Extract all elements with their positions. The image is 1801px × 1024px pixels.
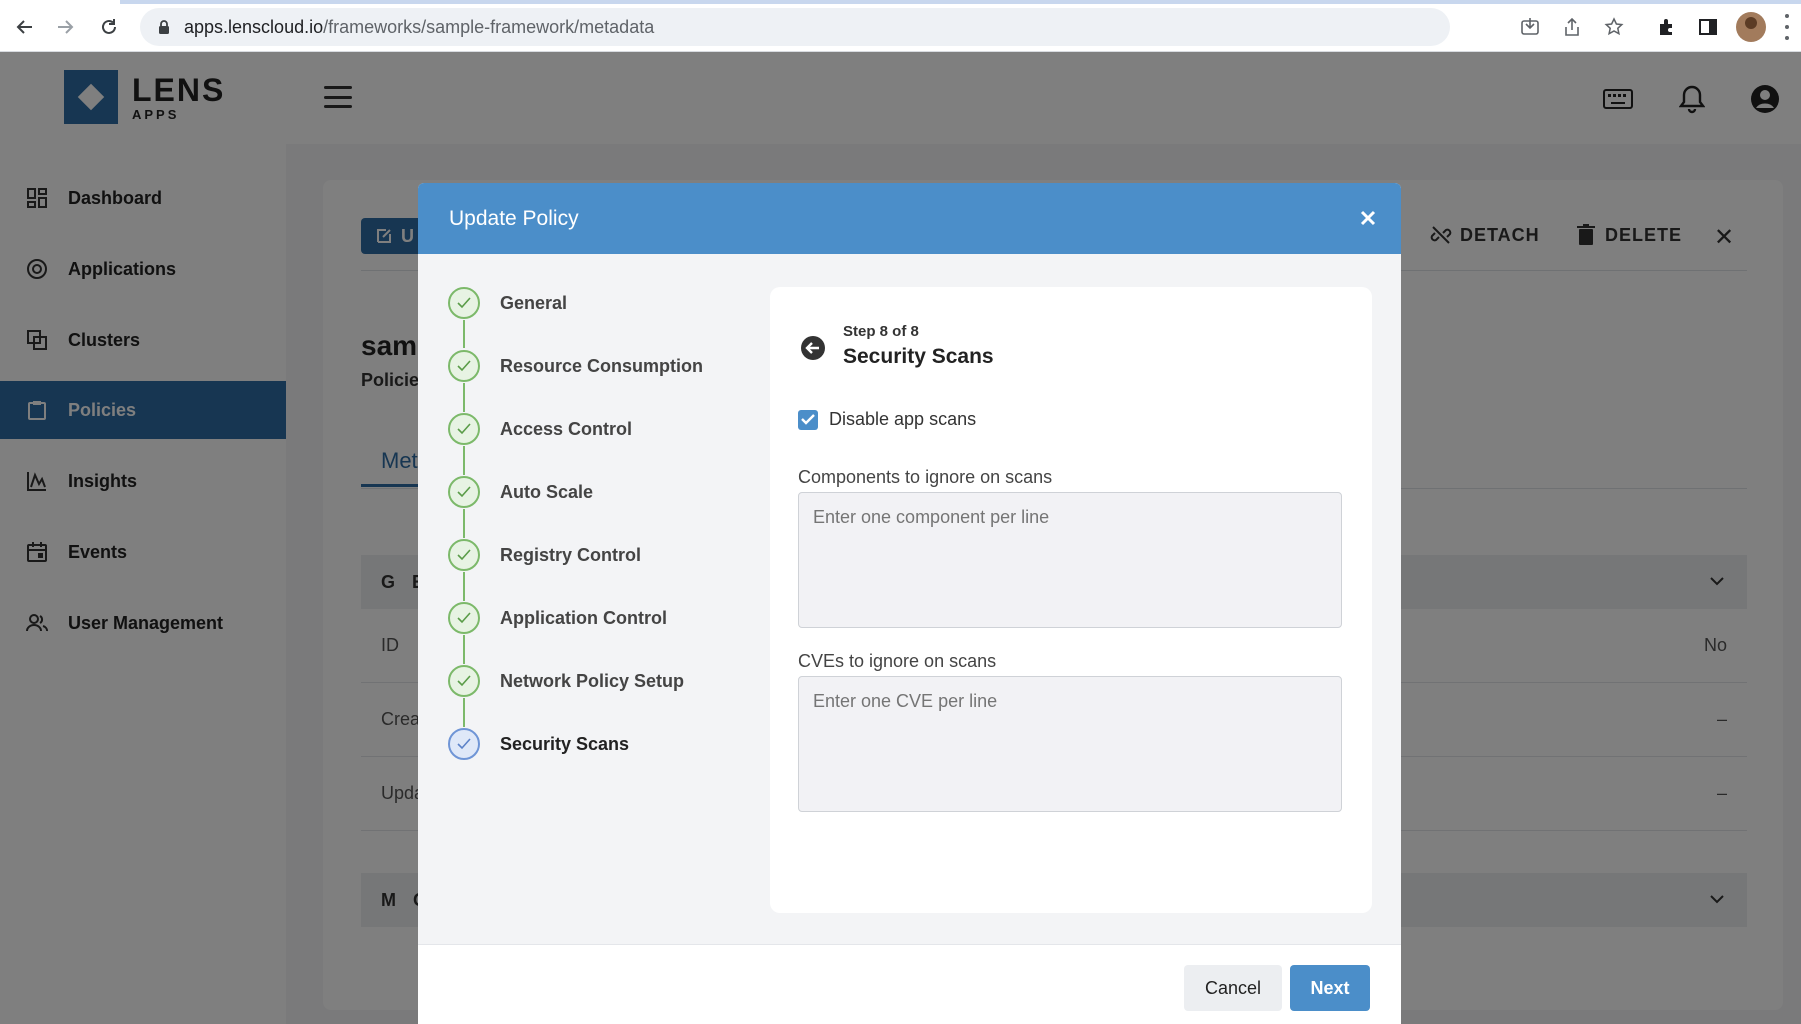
- step-security-scans[interactable]: Security Scans: [448, 727, 629, 761]
- extensions-puzzle-icon[interactable]: [1652, 12, 1682, 42]
- step-title: Security Scans: [843, 345, 994, 368]
- modal-title: Update Policy: [449, 206, 579, 230]
- step-connector: [463, 698, 465, 727]
- step-connector: [463, 320, 465, 348]
- cves-label: CVEs to ignore on scans: [798, 651, 997, 671]
- lock-icon[interactable]: [156, 19, 172, 35]
- next-button[interactable]: Next: [1290, 965, 1370, 1011]
- address-bar[interactable]: apps.lenscloud.io/frameworks/sample-fram…: [140, 8, 1450, 46]
- step-connector: [463, 572, 465, 601]
- step-label: General: [500, 292, 568, 313]
- modal-footer: Cancel Next: [418, 944, 1401, 1024]
- step-label: Registry Control: [500, 544, 642, 565]
- browser-menu-icon[interactable]: [1782, 14, 1792, 40]
- url-path: /frameworks/sample-framework/metadata: [323, 16, 655, 37]
- step-check-icon: [448, 350, 480, 382]
- step-label: Network Policy Setup: [500, 670, 685, 691]
- step-current-check-icon: [448, 728, 480, 760]
- disable-app-scans-row[interactable]: Disable app scans: [798, 409, 976, 430]
- step-counter: Step 8 of 8: [843, 323, 919, 340]
- close-icon[interactable]: [1357, 207, 1379, 229]
- cancel-button[interactable]: Cancel: [1184, 965, 1282, 1011]
- forward-arrow-icon[interactable]: [50, 12, 80, 42]
- step-connector: [463, 509, 465, 538]
- step-check-icon: [448, 413, 480, 445]
- disable-app-scans-checkbox[interactable]: [798, 409, 818, 430]
- profile-avatar[interactable]: [1736, 12, 1766, 42]
- install-icon[interactable]: [1515, 12, 1545, 42]
- step-label: Security Scans: [500, 733, 630, 754]
- share-icon[interactable]: [1557, 12, 1587, 42]
- update-policy-modal: Update Policy General Resource Consumpti…: [418, 183, 1401, 1024]
- step-connector: [463, 383, 465, 412]
- tab-strip: [0, 0, 1801, 4]
- active-tab[interactable]: [0, 0, 120, 4]
- modal-body: General Resource Consumption Access Cont…: [418, 254, 1401, 944]
- step-label: Resource Consumption: [500, 355, 704, 376]
- step-check-icon: [448, 539, 480, 571]
- step-check-icon: [448, 287, 480, 319]
- step-general[interactable]: General: [448, 286, 567, 320]
- step-check-icon: [448, 602, 480, 634]
- step-registry-control[interactable]: Registry Control: [448, 538, 641, 572]
- components-label: Components to ignore on scans: [798, 467, 1053, 487]
- step-label: Auto Scale: [500, 481, 594, 502]
- step-network-policy-setup[interactable]: Network Policy Setup: [448, 664, 684, 698]
- url-host: apps.lenscloud.io: [184, 16, 324, 37]
- components-textarea[interactable]: [798, 492, 1342, 628]
- back-arrow-icon[interactable]: [800, 335, 826, 361]
- disable-app-scans-label: Disable app scans: [829, 409, 977, 429]
- browser-toolbar: apps.lenscloud.io/frameworks/sample-fram…: [0, 0, 1801, 52]
- side-panel-icon[interactable]: [1693, 12, 1723, 42]
- step-check-icon: [448, 665, 480, 697]
- step-access-control[interactable]: Access Control: [448, 412, 632, 446]
- checkmark-icon: [801, 414, 815, 425]
- step-check-icon: [448, 476, 480, 508]
- reload-icon[interactable]: [94, 12, 124, 42]
- wizard-stepper: General Resource Consumption Access Cont…: [448, 286, 748, 786]
- modal-header: Update Policy: [418, 183, 1401, 254]
- url-text[interactable]: apps.lenscloud.io/frameworks/sample-fram…: [184, 17, 654, 38]
- cves-textarea[interactable]: [798, 676, 1342, 812]
- step-label: Application Control: [500, 607, 667, 628]
- step-label: Access Control: [500, 418, 633, 439]
- step-resource-consumption[interactable]: Resource Consumption: [448, 349, 703, 383]
- step-connector: [463, 446, 465, 475]
- step-content-panel: Step 8 of 8 Security Scans Disable app s…: [770, 287, 1372, 913]
- step-application-control[interactable]: Application Control: [448, 601, 667, 635]
- bookmark-star-icon[interactable]: [1599, 12, 1629, 42]
- back-arrow-icon[interactable]: [10, 12, 40, 42]
- step-connector: [463, 635, 465, 664]
- step-auto-scale[interactable]: Auto Scale: [448, 475, 593, 509]
